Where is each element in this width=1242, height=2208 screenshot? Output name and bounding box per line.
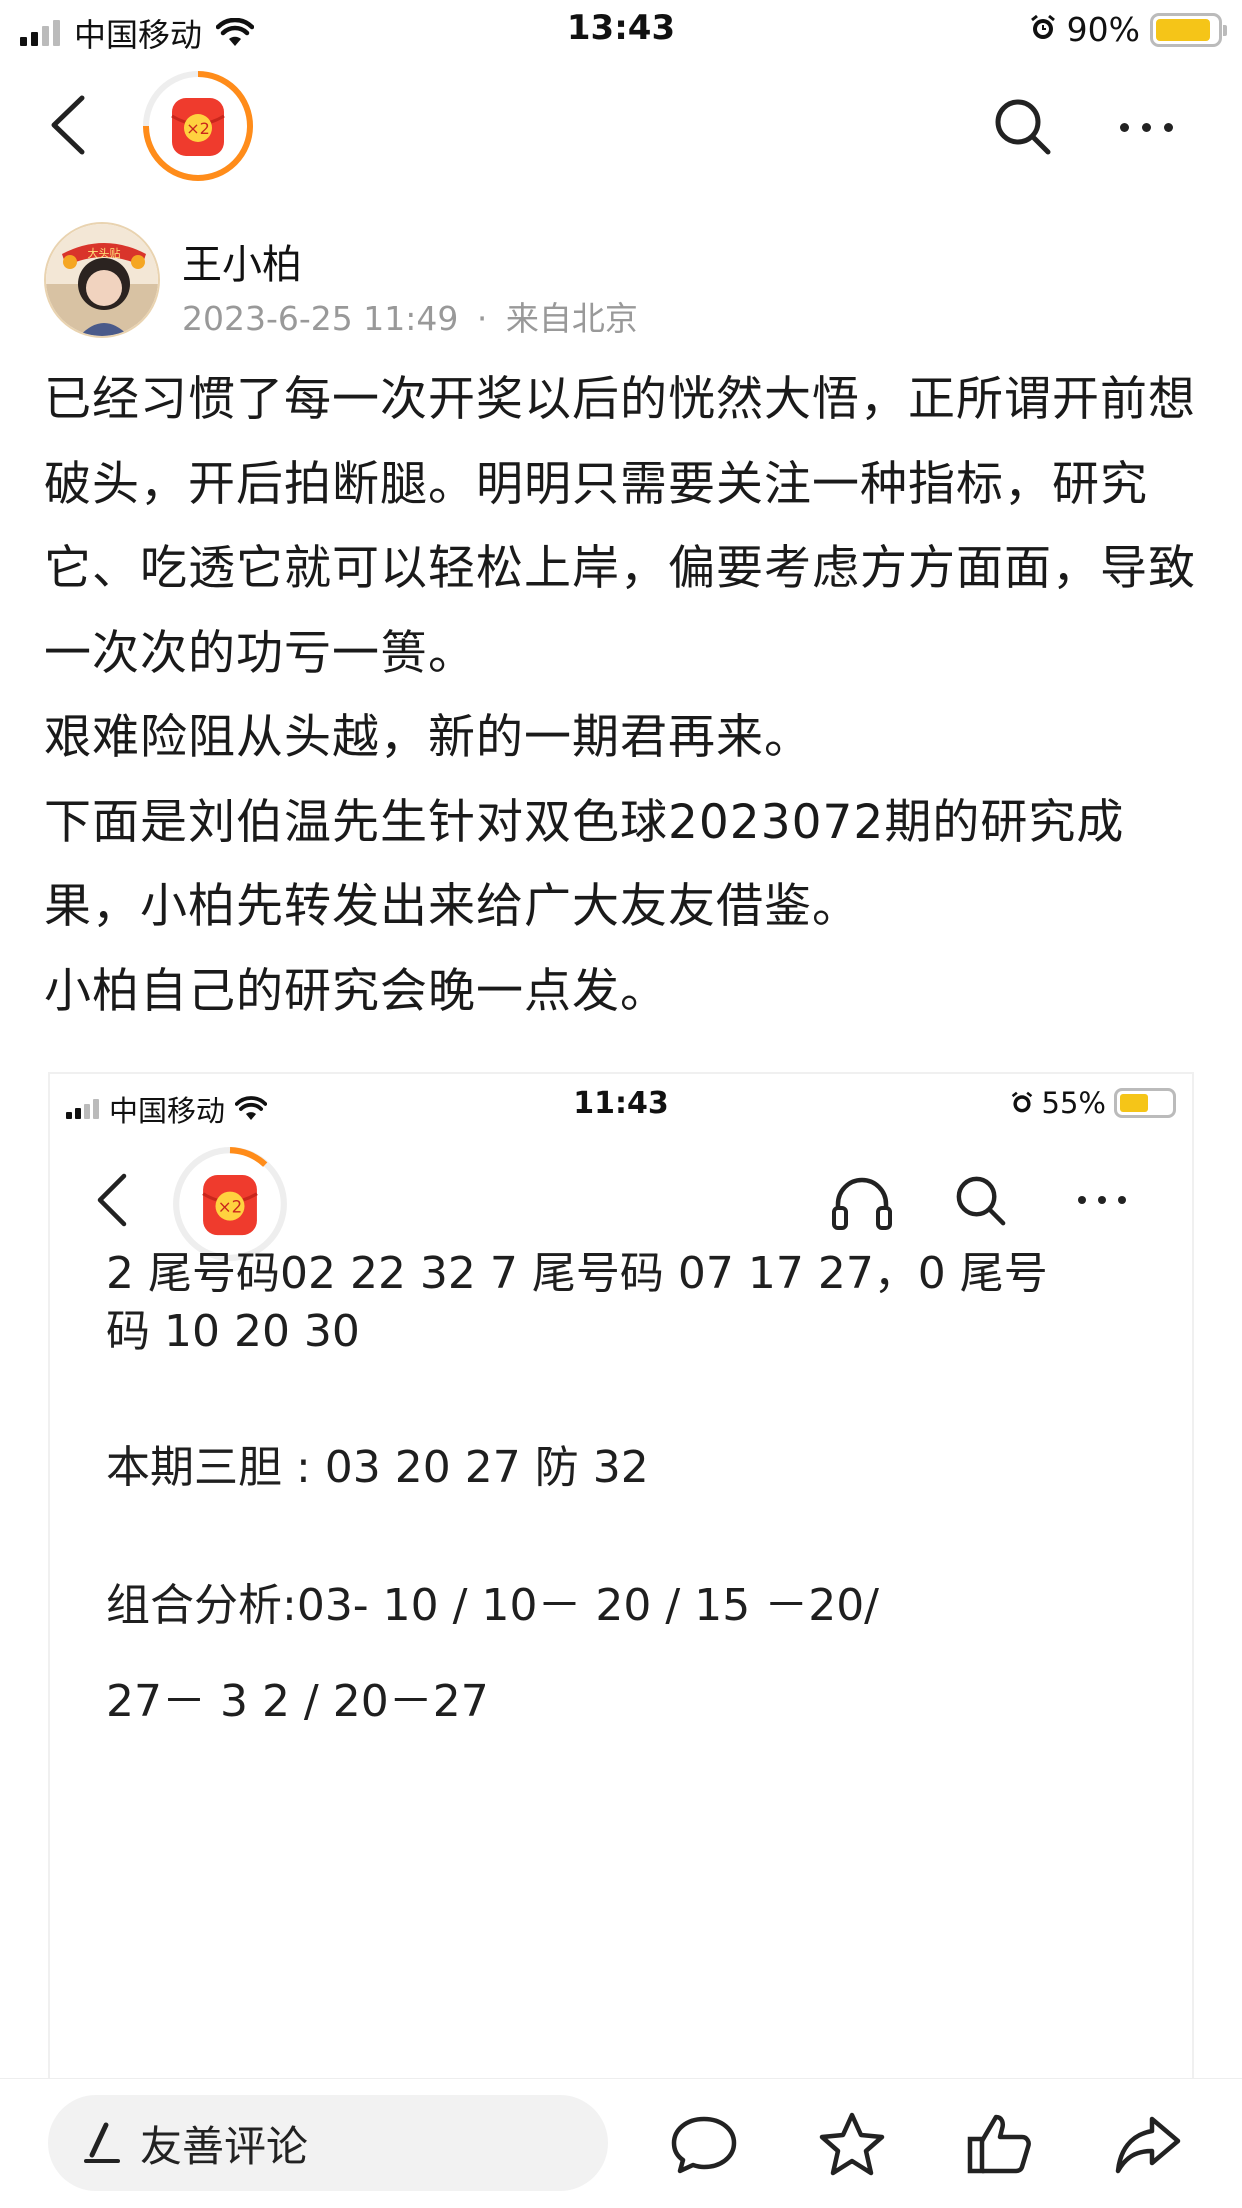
battery-charging-icon bbox=[1114, 1088, 1176, 1118]
post-paragraph: 下面是刘伯温先生针对双色球2023072期的研究成果，小柏先转发出来给广大友友借… bbox=[44, 794, 1125, 935]
back-button[interactable] bbox=[40, 90, 100, 160]
svg-text:×2: ×2 bbox=[186, 119, 210, 138]
embedded-text-line: 本期三胆 : 03 20 27 防 32 bbox=[106, 1442, 649, 1493]
post-paragraph: 已经习惯了每一次开奖以后的恍然大悟，正所谓开前想破头，开后拍断腿。明明只需要关注… bbox=[44, 372, 1196, 681]
svg-text:×2: ×2 bbox=[218, 1197, 242, 1216]
battery-percent: 90% bbox=[1066, 10, 1140, 49]
bottom-action-bar: 友善评论 bbox=[0, 2078, 1242, 2208]
embedded-text-line: 码 10 20 30 bbox=[106, 1306, 360, 1357]
avatar[interactable]: 大头贴 bbox=[44, 222, 160, 338]
author-header: 大头贴 王小柏 2023-6-25 11:49 · 来自北京 bbox=[44, 222, 1204, 342]
comment-icon bbox=[671, 2116, 737, 2174]
headphones-icon bbox=[832, 1177, 892, 1230]
star-icon bbox=[819, 2112, 885, 2176]
embedded-text-line: 2 尾号码02 22 32 7 尾号码 07 17 27，0 尾号 bbox=[106, 1248, 1048, 1299]
embedded-screenshot[interactable]: 中国移动 11:43 55% ×2 2 尾号码02 22 32 7 尾号码 07… bbox=[48, 1072, 1194, 2092]
share-button[interactable] bbox=[1112, 2109, 1184, 2181]
battery-icon bbox=[1150, 12, 1227, 47]
post-location: 来自北京 bbox=[505, 299, 638, 338]
meta-separator: · bbox=[476, 299, 488, 338]
status-bar: 中国移动 13:43 90% bbox=[0, 0, 1242, 62]
like-button[interactable] bbox=[964, 2109, 1036, 2181]
embedded-text-line: 组合分析:03- 10 / 10－ 20 / 15 －20/ bbox=[106, 1580, 880, 1631]
thumbs-up-icon bbox=[967, 2114, 1031, 2174]
post-body: 已经习惯了每一次开奖以后的恍然大悟，正所谓开前想破头，开后拍断腿。明明只需要关注… bbox=[44, 358, 1204, 1034]
more-button[interactable] bbox=[1120, 112, 1190, 142]
more-horizontal-icon bbox=[1078, 1196, 1126, 1204]
red-packet-button[interactable]: ×2 bbox=[142, 70, 254, 182]
share-icon bbox=[1115, 2116, 1181, 2174]
embedded-status-bar: 中国移动 11:43 55% bbox=[50, 1074, 1192, 1134]
search-button[interactable] bbox=[988, 92, 1058, 162]
comment-button[interactable] bbox=[668, 2109, 740, 2181]
comment-input[interactable]: 友善评论 bbox=[48, 2095, 608, 2191]
embedded-battery-percent: 55% bbox=[1041, 1086, 1106, 1120]
alarm-icon bbox=[1029, 14, 1057, 46]
chevron-left-icon bbox=[97, 1173, 127, 1227]
post-paragraph: 小柏自己的研究会晚一点发。 bbox=[44, 963, 668, 1019]
post-paragraph: 艰难险阻从头越，新的一期君再来。 bbox=[44, 710, 812, 765]
embedded-text-line: 27－ 3 2 / 20－27 bbox=[106, 1676, 489, 1727]
alarm-icon bbox=[1011, 1091, 1032, 1113]
post-meta: 2023-6-25 11:49 · 来自北京 bbox=[182, 292, 638, 340]
more-horizontal-icon bbox=[1120, 122, 1129, 132]
comment-placeholder: 友善评论 bbox=[140, 2121, 309, 2171]
favorite-button[interactable] bbox=[816, 2109, 888, 2181]
author-name[interactable]: 王小柏 bbox=[182, 232, 302, 290]
search-icon bbox=[995, 99, 1051, 155]
search-icon bbox=[956, 1176, 1006, 1226]
svg-text:大头贴: 大头贴 bbox=[88, 246, 121, 260]
nav-bar: ×2 bbox=[0, 62, 1242, 192]
post-date: 2023-6-25 11:49 bbox=[182, 299, 459, 338]
pen-icon bbox=[84, 2122, 120, 2163]
chevron-left-icon bbox=[51, 95, 85, 155]
